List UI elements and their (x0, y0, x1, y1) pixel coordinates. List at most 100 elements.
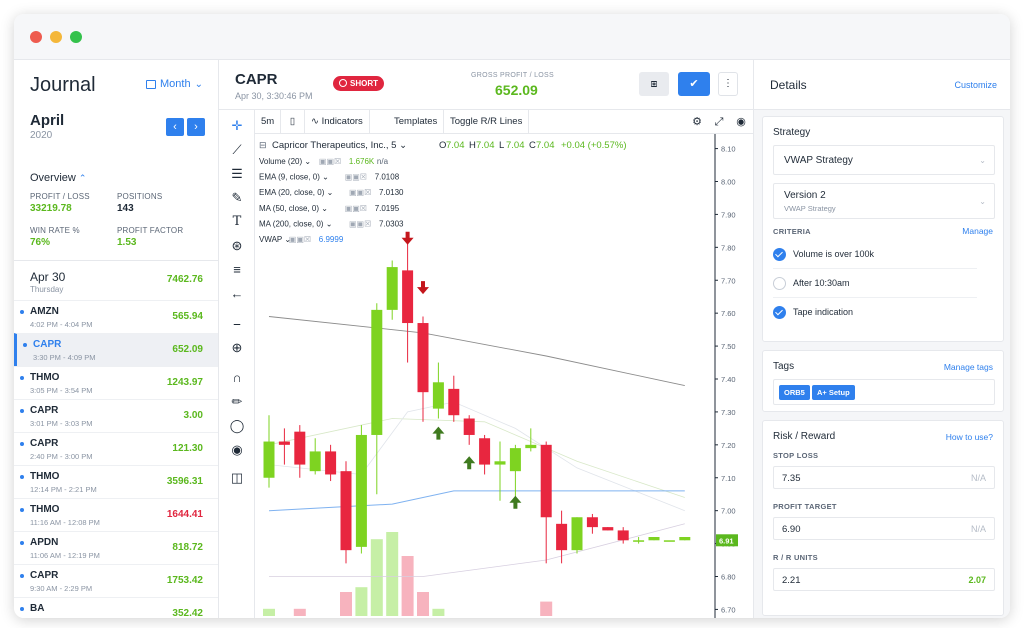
tag-orb5[interactable]: ORB5 (779, 385, 810, 400)
overview-toggle[interactable]: Overview ⌃ (30, 172, 86, 184)
prev-month-button[interactable]: ‹ (166, 118, 184, 136)
rr-units-field[interactable]: 2.21 2.07 (773, 568, 995, 591)
strategy-select[interactable]: VWAP Strategy ⌄ (773, 145, 995, 175)
chart-svg[interactable]: 8.10 8.00 7.90 7.80 7.70 7.60 7.50 7.40 7.30 7.20… (255, 134, 753, 618)
strategy-label: Strategy (773, 127, 811, 138)
candle-body (340, 471, 352, 551)
calendar-icon (146, 79, 156, 89)
candle-type-icon[interactable]: ▯ (281, 110, 305, 134)
brush-icon[interactable]: ✎ (227, 188, 247, 208)
interval-select[interactable]: 5m (255, 110, 282, 134)
trade-row[interactable]: THMO 12:14 PM - 2:21 PM 3596.31 (14, 465, 218, 498)
criteria-row[interactable]: Tape indication (773, 299, 977, 327)
trade-row[interactable]: BA 352.42 (14, 597, 218, 618)
strategy-value: VWAP Strategy (784, 155, 853, 166)
view-select[interactable]: Month ⌄ (146, 78, 203, 90)
sell-arrow-icon (401, 231, 414, 245)
more-options-button[interactable]: ⋮ (718, 72, 738, 96)
share-button[interactable]: ⧆ (639, 72, 669, 96)
unlock-icon[interactable]: ◯ (227, 416, 247, 436)
day-date: Apr 30 (30, 270, 66, 284)
zoom-in-icon[interactable]: ⊕ (227, 338, 247, 358)
side-badge: SHORT (333, 76, 384, 91)
trade-row[interactable]: CAPR 2:40 PM - 3:00 PM 121.30 (14, 432, 218, 465)
criteria-label: CRITERIA (773, 227, 811, 236)
text-tool-icon[interactable]: T (227, 212, 247, 232)
stop-loss-field[interactable]: 7.35 N/A (773, 466, 995, 489)
eye-icon[interactable]: ◉ (227, 440, 247, 460)
trend-line-icon[interactable]: ⟋ (227, 140, 247, 160)
checkbox[interactable] (773, 306, 786, 319)
checkbox[interactable] (773, 277, 786, 290)
templates-button[interactable]: Templates (388, 110, 445, 134)
checkbox[interactable] (773, 248, 786, 261)
camera-icon[interactable]: ◉ (733, 114, 749, 130)
trade-time: 3:30 PM - 4:09 PM (33, 353, 96, 362)
pencil-lock-icon[interactable]: ✏ (227, 392, 247, 412)
stop-loss-value: 7.35 (782, 473, 801, 484)
fullscreen-icon[interactable]: ⤢ (711, 114, 727, 130)
bullet-icon (23, 343, 27, 347)
strategy-card: Strategy VWAP Strategy ⌄ Version 2 VWAP … (762, 116, 1004, 342)
candle-body (540, 444, 552, 518)
short-icon (339, 79, 347, 87)
crosshair-icon[interactable]: ✛ (227, 116, 247, 136)
candle-body (386, 267, 398, 310)
magnet-icon[interactable]: ∩ (227, 368, 247, 388)
customize-link[interactable]: Customize (954, 80, 997, 90)
minimize-window-button[interactable] (50, 31, 62, 43)
criteria-row[interactable]: Volume is over 100k (773, 241, 977, 269)
gross-pl-value: 652.09 (495, 82, 538, 98)
review-button[interactable]: ✔ (678, 72, 710, 96)
how-to-use-link[interactable]: How to use? (946, 432, 993, 442)
pattern-tool-icon[interactable]: ⊛ (227, 236, 247, 256)
toggle-rr-lines-button[interactable]: Toggle R/R Lines (444, 110, 530, 134)
ohlc-value: 7.04 (446, 140, 465, 151)
study-name: EMA (20, close, 0) ⌄ (259, 188, 333, 197)
close-window-button[interactable] (30, 31, 42, 43)
trade-row[interactable]: CAPR 3:01 PM - 3:03 PM 3.00 (14, 399, 218, 432)
candle-body (278, 441, 290, 445)
profit-target-right: N/A (970, 524, 986, 534)
manage-tags-link[interactable]: Manage tags (944, 362, 993, 372)
trash-icon[interactable]: ◫ (227, 468, 247, 488)
study-name: Volume (20) ⌄ (259, 157, 311, 166)
candle-body (663, 540, 675, 542)
tag-a-plus-setup[interactable]: A+ Setup (812, 385, 855, 400)
criteria-row[interactable]: After 10:30am (773, 270, 977, 298)
rr-units-right: 2.07 (968, 575, 986, 585)
tags-card: Tags Manage tags ORB5 A+ Setup (762, 350, 1004, 412)
study-controls-icon: ▣▣☒ (349, 219, 371, 228)
tags-box[interactable]: ORB5 A+ Setup (773, 379, 995, 405)
trade-time: 9:30 AM - 2:29 PM (30, 584, 93, 593)
next-month-button[interactable]: › (187, 118, 205, 136)
day-header: Apr 30 Thursday 7462.76 (14, 264, 218, 300)
ohlc-label: C (529, 140, 536, 151)
candle-body (325, 451, 337, 475)
version-select[interactable]: Version 2 VWAP Strategy ⌄ (773, 183, 995, 219)
candle-body (509, 448, 521, 472)
maximize-window-button[interactable] (70, 31, 82, 43)
indicators-button[interactable]: ∿ Indicators (305, 110, 370, 134)
trade-row[interactable]: AMZN 4:02 PM - 4:04 PM 565.94 (14, 300, 218, 333)
fib-tool-icon[interactable]: ☰ (227, 164, 247, 184)
trade-row[interactable]: THMO 3:05 PM - 3:54 PM 1243.97 (14, 366, 218, 399)
trade-time: 11:06 AM - 12:19 PM (30, 551, 100, 560)
profit-target-field[interactable]: 6.90 N/A (773, 517, 995, 540)
prediction-tool-icon[interactable]: ≡ (227, 260, 247, 280)
criteria-manage-link[interactable]: Manage (962, 226, 993, 236)
trade-row[interactable]: CAPR 9:30 AM - 2:29 PM 1753.42 (14, 564, 218, 597)
trade-row[interactable]: APDN 11:06 AM - 12:19 PM 818.72 (14, 531, 218, 564)
price-chart[interactable]: 8.10 8.00 7.90 7.80 7.70 7.60 7.50 7.40 7.30 7.20… (255, 134, 753, 618)
study-name: VWAP ⌄ (259, 235, 291, 244)
trade-row[interactable]: CAPR 3:30 PM - 4:09 PM 652.09 (14, 333, 218, 366)
profit-target-label: PROFIT TARGET (773, 502, 837, 511)
settings-gear-icon[interactable]: ⚙ (689, 114, 705, 130)
ruler-icon[interactable]: ⎯ (227, 314, 247, 334)
candle-body (556, 523, 568, 551)
more-vertical-icon: ⋮ (723, 78, 733, 89)
trade-row[interactable]: THMO 11:16 AM - 12:08 PM 1644.41 (14, 498, 218, 531)
trade-time: 11:16 AM - 12:08 PM (30, 518, 100, 527)
arrow-left-icon[interactable]: ← (227, 284, 247, 304)
chart-legend[interactable]: ⊟ Capricor Therapeutics, Inc., 5 ⌄ O 7.04 H 7… (259, 140, 627, 244)
